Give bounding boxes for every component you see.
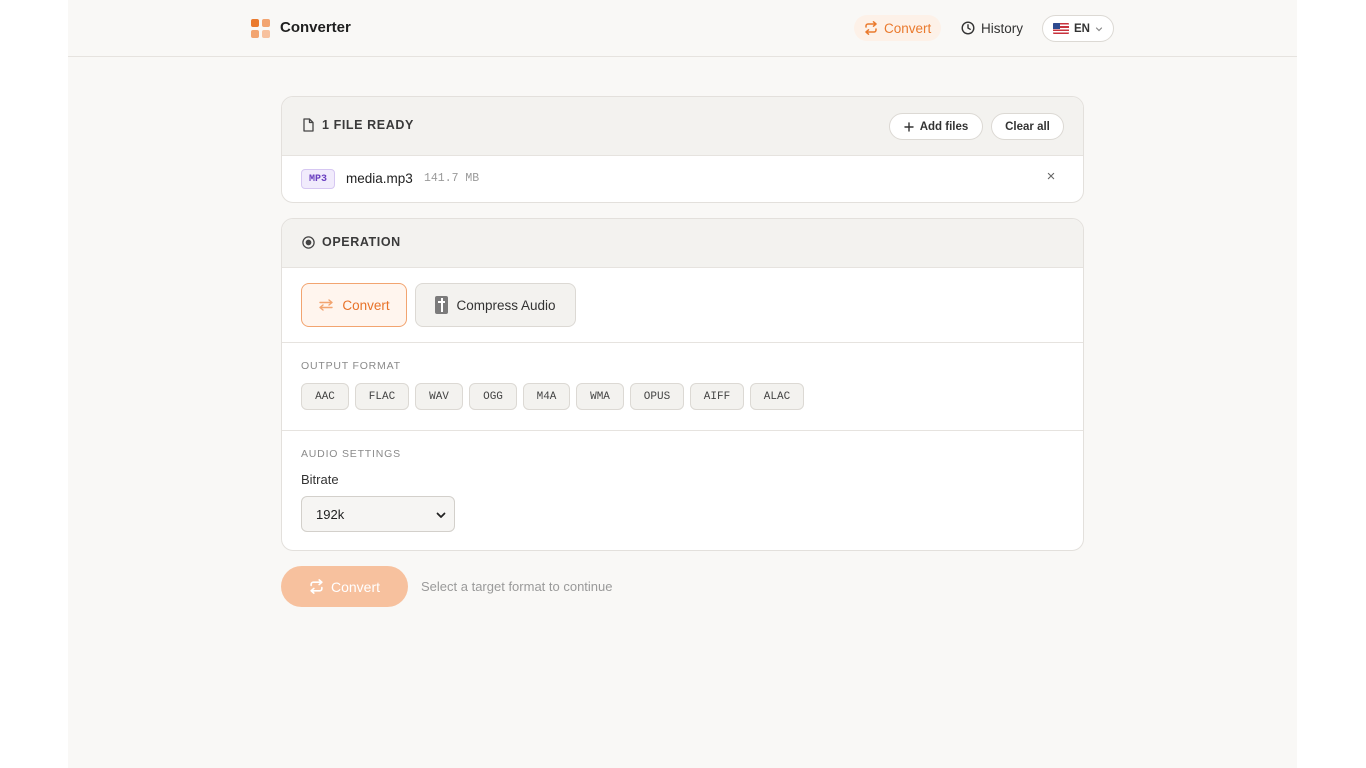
language-selector[interactable]: EN [1042,15,1114,42]
add-files-label: Add files [919,120,969,133]
bitrate-select[interactable]: 192k [301,496,455,532]
operation-compress-label: Compress Audio [456,297,556,313]
format-chip-alac[interactable]: ALAC [750,383,804,410]
target-icon [302,235,315,249]
audio-settings-label: AUDIO SETTINGS [301,448,401,460]
page: Converter Convert History EN 1 FILE READ… [68,0,1297,768]
operation-compress-audio-button[interactable]: Compress Audio [415,283,576,327]
swap-arrows-icon [319,299,334,311]
format-chip-list: AAC FLAC WAV OGG M4A WMA OPUS AIFF ALAC [301,383,804,410]
convert-arrows-icon [865,21,877,35]
files-count-title: 1 FILE READY [322,118,414,132]
files-card: 1 FILE READY Add files Clear all MP3 med… [281,96,1084,203]
bitrate-value: 192k [316,506,345,522]
convert-arrows-icon [310,579,323,594]
operation-card-header: OPERATION [282,219,1083,268]
output-format-section: OUTPUT FORMAT AAC FLAC WAV OGG M4A WMA O… [282,343,1083,431]
nav-convert-label: Convert [884,20,932,36]
file-icon [303,118,314,132]
operation-card: OPERATION Convert Compress Audio OUTPUT … [281,218,1084,551]
nav-history-label: History [981,20,1024,36]
format-chip-flac[interactable]: FLAC [355,383,409,410]
file-row: MP3 media.mp3 141.7 MB × [282,156,1083,202]
operation-convert-button[interactable]: Convert [301,283,407,327]
convert-action-label: Convert [330,578,381,595]
file-name: media.mp3 [346,171,413,186]
add-files-button[interactable]: Add files [889,113,983,140]
operation-options: Convert Compress Audio [282,268,1083,343]
format-chip-aiff[interactable]: AIFF [690,383,744,410]
brand-name: Converter [280,19,351,36]
nav-convert-link[interactable]: Convert [854,15,942,41]
format-chip-m4a[interactable]: M4A [523,383,570,410]
us-flag-icon [1053,23,1069,34]
clear-all-button[interactable]: Clear all [991,113,1064,140]
format-chip-ogg[interactable]: OGG [469,383,517,410]
operation-convert-label: Convert [342,297,390,313]
logo-icon [251,19,271,39]
bitrate-label: Bitrate [301,472,339,487]
compress-icon [435,296,449,314]
output-format-label: OUTPUT FORMAT [301,360,401,372]
remove-file-close-icon[interactable]: × [1044,168,1058,185]
operation-title: OPERATION [322,235,401,249]
convert-action-button[interactable]: Convert [281,566,408,607]
format-chip-wav[interactable]: WAV [415,383,463,410]
file-size: 141.7 MB [424,172,480,185]
format-chip-wma[interactable]: WMA [576,383,624,410]
chevron-down-icon [1095,26,1103,31]
chevron-down-icon [436,512,446,518]
plus-icon [904,121,914,132]
file-type-badge: MP3 [301,169,336,189]
nav-history-link[interactable]: History [961,15,1023,41]
format-chip-aac[interactable]: AAC [301,383,349,410]
language-label: EN [1074,22,1090,35]
top-bar: Converter Convert History EN [68,0,1297,57]
files-card-header: 1 FILE READY Add files Clear all [282,97,1083,156]
format-chip-opus[interactable]: OPUS [630,383,684,410]
convert-hint-text: Select a target format to continue [421,579,613,594]
clock-icon [961,21,975,35]
audio-settings-section: AUDIO SETTINGS Bitrate 192k [282,431,1083,550]
